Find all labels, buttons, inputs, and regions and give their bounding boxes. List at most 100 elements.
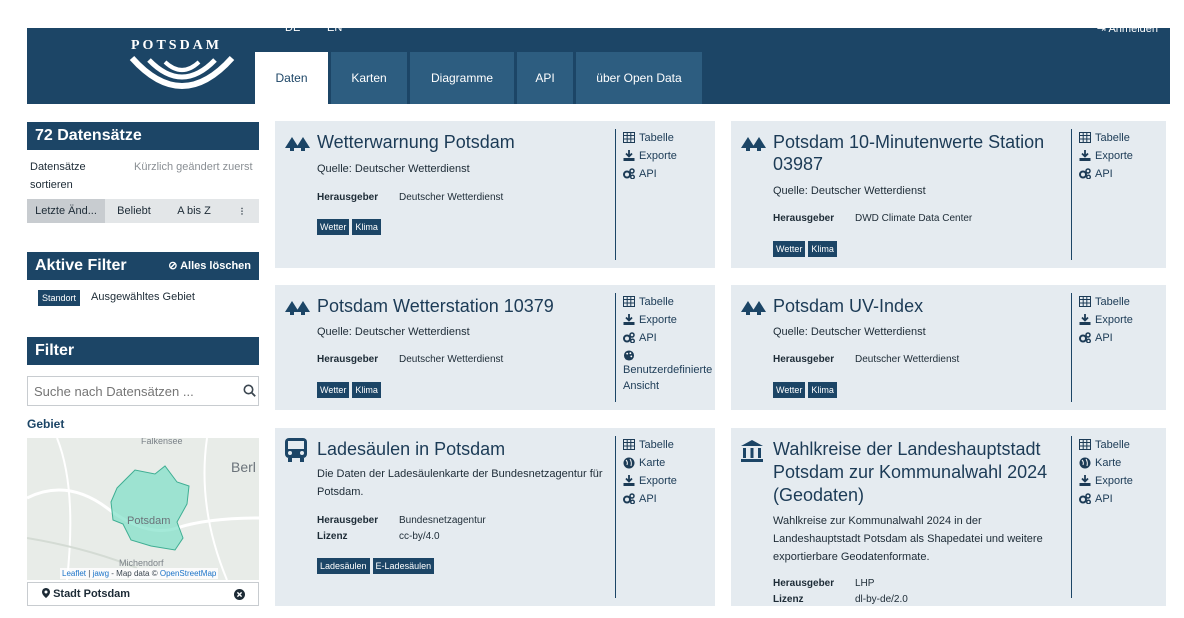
action-custom-view[interactable]: Benutzerdefinierte Ansicht [623,349,715,394]
tag-wetter[interactable]: Wetter [317,219,350,235]
login-label: Anmelden [1108,23,1158,35]
remove-location-icon[interactable] [234,589,245,600]
action-api[interactable]: API [1079,492,1133,506]
sort-popular-button[interactable]: Beliebt [105,199,163,223]
openstreetmap-link[interactable]: OpenStreetMap [160,569,216,578]
tag-wetter[interactable]: Wetter [317,382,350,398]
action-table[interactable]: Tabelle [623,295,715,309]
language-en-link[interactable]: EN [327,22,342,34]
action-api[interactable]: API [623,331,715,345]
publisher-value: Bundesnetzagentur [399,515,486,526]
globe-icon [623,457,635,469]
action-table[interactable]: Tabelle [623,131,677,145]
dataset-publisher: Herausgeber Deutscher Wetterdienst [773,354,959,365]
download-icon [623,475,635,486]
dataset-card[interactable]: Potsdam UV-Index Quelle: Deutscher Wette… [731,285,1166,410]
sort-last-changed-button[interactable]: Letzte Änd... [27,199,105,223]
dataset-card[interactable]: Potsdam Wetterstation 10379 Quelle: Deut… [275,285,715,410]
action-api[interactable]: API [623,167,677,181]
map-label-potsdam: Potsdam [127,515,171,527]
action-exports[interactable]: Exporte [623,149,677,163]
dataset-search-input[interactable] [27,376,259,406]
dataset-actions: Tabelle Exporte API [1079,295,1133,349]
card-divider [1071,293,1072,402]
action-exports[interactable]: Exporte [1079,313,1133,327]
bus-icon [285,438,307,462]
tab-about-open-data[interactable]: über Open Data [576,52,702,104]
action-exports[interactable]: Exporte [1079,149,1133,163]
tab-daten[interactable]: Daten [255,52,328,104]
tab-karten[interactable]: Karten [331,52,407,104]
trees-icon [285,137,310,151]
action-map[interactable]: Karte [1079,456,1133,470]
tag-klima[interactable]: Klima [808,382,837,398]
action-label: Tabelle [1095,132,1130,144]
tab-diagramme[interactable]: Diagramme [410,52,514,104]
dataset-title[interactable]: Potsdam Wetterstation 10379 [317,295,607,317]
action-label: Exporte [639,150,677,162]
tag-e-ladesaeulen[interactable]: E-Ladesäulen [372,558,435,574]
search-icon[interactable] [243,384,256,397]
action-table[interactable]: Tabelle [1079,438,1133,452]
action-api[interactable]: API [1079,167,1133,181]
tag-wetter[interactable]: Wetter [773,382,806,398]
clear-all-filters-button[interactable]: ⊘ Alles löschen [168,259,251,272]
dataset-card[interactable]: Potsdam 10-Minutenwerte Station 03987 Qu… [731,121,1166,268]
dataset-tags: Wetter Klima [317,382,381,398]
license-value: dl-by-de/2.0 [855,594,908,605]
dataset-card[interactable]: Wetterwarnung Potsdam Quelle: Deutscher … [275,121,715,268]
jawg-link[interactable]: jawg [93,569,109,578]
action-label: Tabelle [639,296,674,308]
action-map[interactable]: Karte [623,456,677,470]
potsdam-logo[interactable]: POTSDAM [27,28,255,104]
region-map[interactable]: Falkensee Berl Potsdam Michendorf [27,438,259,580]
action-exports[interactable]: Exporte [623,474,677,488]
dataset-title[interactable]: Wahlkreise der Landeshauptstadt Potsdam … [773,438,1069,507]
action-table[interactable]: Tabelle [623,438,677,452]
trees-icon [741,137,766,151]
login-link[interactable]: ⇥ Anmelden [1097,22,1158,35]
government-building-icon [741,440,763,462]
dataset-publisher: Herausgeber Deutscher Wetterdienst [317,192,503,203]
dataset-card[interactable]: Ladesäulen in Potsdam Die Daten der Lade… [275,428,715,606]
tag-klima[interactable]: Klima [352,219,381,235]
sort-more-button[interactable]: ⁝ [225,199,259,223]
map-label-michendorf: Michendorf [119,558,164,568]
table-icon [623,296,635,307]
download-icon [1079,150,1091,161]
location-selection: Stadt Potsdam [27,582,259,606]
sort-a-to-z-button[interactable]: A bis Z [163,199,225,223]
publisher-value: DWD Climate Data Center [855,213,973,224]
action-table[interactable]: Tabelle [1079,295,1133,309]
table-icon [1079,296,1091,307]
action-table[interactable]: Tabelle [1079,131,1133,145]
tab-api[interactable]: API [517,52,573,104]
dataset-tags: Wetter Klima [317,219,381,235]
filter-chip-standort[interactable]: Standort [38,290,81,306]
action-label: Exporte [639,314,677,326]
action-exports[interactable]: Exporte [623,313,715,327]
dataset-title[interactable]: Potsdam UV-Index [773,295,1063,317]
tag-klima[interactable]: Klima [808,241,837,257]
filter-value-text: Ausgewähltes Gebiet [91,291,195,303]
logo-text: POTSDAM [131,38,222,53]
dataset-actions: Tabelle Exporte API Benutzerdefinierte A… [623,295,715,398]
publisher-label: Herausgeber [317,192,379,203]
publisher-label: Herausgeber [317,515,379,526]
action-label: API [1095,493,1113,505]
dataset-title[interactable]: Ladesäulen in Potsdam [317,438,607,460]
action-api[interactable]: API [1079,331,1133,345]
language-de-link[interactable]: DE [285,22,300,34]
tag-ladesaeulen[interactable]: Ladesäulen [317,558,370,574]
tag-wetter[interactable]: Wetter [773,241,806,257]
card-divider [615,436,616,598]
action-exports[interactable]: Exporte [1079,474,1133,488]
leaflet-link[interactable]: Leaflet [62,569,86,578]
dataset-actions: Tabelle Karte Exporte API [1079,438,1133,510]
table-icon [623,439,635,450]
dataset-title[interactable]: Wetterwarnung Potsdam [317,131,607,153]
dataset-title[interactable]: Potsdam 10-Minutenwerte Station 03987 [773,131,1063,175]
dataset-card[interactable]: Wahlkreise der Landeshauptstadt Potsdam … [731,428,1166,606]
tag-klima[interactable]: Klima [352,382,381,398]
action-api[interactable]: API [623,492,677,506]
